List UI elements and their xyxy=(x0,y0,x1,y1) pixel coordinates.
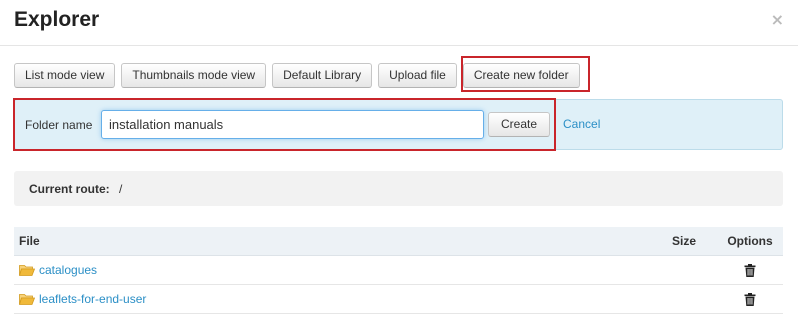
folder-link[interactable]: leaflets-for-end-user xyxy=(39,292,146,306)
create-new-folder-button[interactable]: Create new folder xyxy=(462,63,580,88)
upload-file-button[interactable]: Upload file xyxy=(378,63,457,88)
file-cell: catalogues xyxy=(14,263,672,277)
toolbar: List mode view Thumbnails mode view Defa… xyxy=(14,63,586,88)
close-icon[interactable]: × xyxy=(771,10,784,29)
file-cell: leaflets-for-end-user xyxy=(14,292,672,306)
folder-name-input[interactable] xyxy=(101,110,484,139)
cancel-link[interactable]: Cancel xyxy=(563,117,600,131)
trash-icon[interactable] xyxy=(744,263,756,277)
header-divider xyxy=(0,45,798,46)
dialog-title: Explorer xyxy=(14,8,100,31)
create-button[interactable]: Create xyxy=(488,112,551,137)
options-cell xyxy=(720,292,783,306)
table-row: catalogues xyxy=(14,256,783,285)
file-column-header: File xyxy=(19,234,40,248)
current-route-value: / xyxy=(119,182,123,196)
table-header: File Size Options xyxy=(14,227,783,256)
current-route-bar: Current route: / xyxy=(14,171,783,206)
options-cell xyxy=(720,263,783,277)
trash-icon[interactable] xyxy=(744,292,756,306)
file-table: File Size Options catalogues leaflets-fo… xyxy=(14,227,783,314)
list-mode-view-button[interactable]: List mode view xyxy=(14,63,116,88)
default-library-button[interactable]: Default Library xyxy=(272,63,373,88)
options-column-header: Options xyxy=(727,234,773,248)
folder-open-icon xyxy=(19,265,35,276)
folder-name-label: Folder name xyxy=(25,118,93,132)
current-route-label: Current route: xyxy=(29,182,110,196)
table-row: leaflets-for-end-user xyxy=(14,285,783,314)
folder-link[interactable]: catalogues xyxy=(39,263,97,277)
folder-open-icon xyxy=(19,294,35,305)
thumbnails-mode-view-button[interactable]: Thumbnails mode view xyxy=(121,63,267,88)
size-column-header: Size xyxy=(672,234,697,248)
